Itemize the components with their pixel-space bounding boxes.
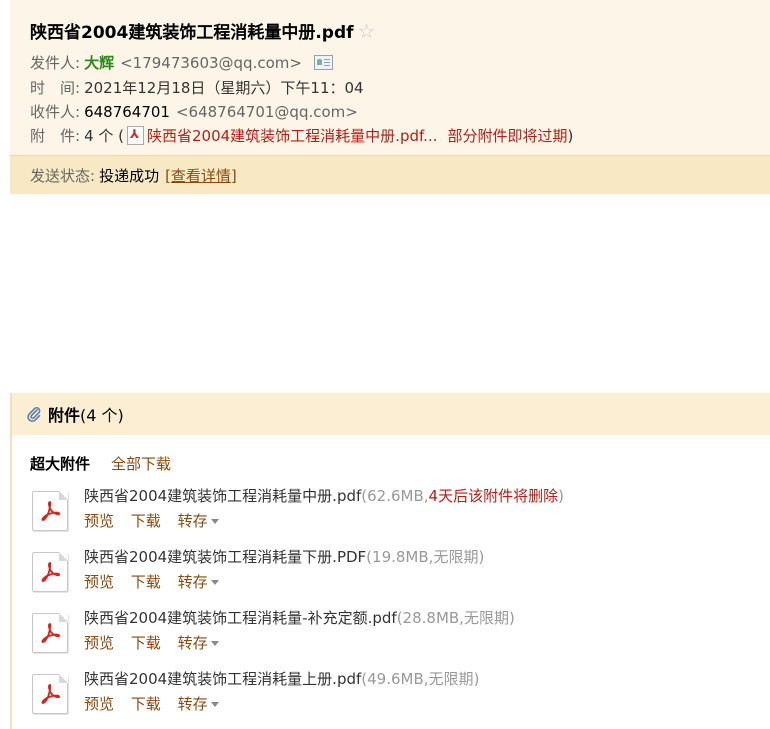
- recipient-name[interactable]: 648764701: [84, 103, 170, 121]
- save-to-label: 转存: [177, 695, 208, 713]
- attachment-name-line: 陕西省2004建筑装饰工程消耗量下册.PDF(19.8MB,无限期): [84, 546, 484, 567]
- save-to-dropdown[interactable]: 转存: [178, 573, 219, 591]
- sender-email: <179473603@qq.com>: [120, 53, 302, 72]
- sender-label: 发件人:: [30, 54, 81, 72]
- pdf-file-icon: [32, 674, 68, 714]
- attachment-size: (28.8MB,: [396, 609, 464, 627]
- attachment-expiry: 无限期: [428, 670, 474, 688]
- save-to-dropdown[interactable]: 转存: [178, 512, 219, 530]
- recipient-label: 收件人:: [30, 103, 81, 121]
- download-button[interactable]: 下载: [131, 573, 161, 591]
- download-all-button[interactable]: 全部下载: [111, 453, 171, 474]
- attachment-filename[interactable]: 陕西省2004建筑装饰工程消耗量下册.PDF: [84, 548, 366, 566]
- sender-row: 发件人: 大辉 <179473603@qq.com>: [30, 52, 333, 73]
- attachment-actions: 预览 下载 转存: [84, 571, 231, 592]
- status-row: 发送状态: 投递成功 [查看详情]: [30, 165, 237, 186]
- attachment-name-line: 陕西省2004建筑装饰工程消耗量上册.pdf(49.6MB,无限期): [84, 668, 479, 689]
- chevron-down-icon: [210, 702, 219, 707]
- attachment-filename[interactable]: 陕西省2004建筑装饰工程消耗量-补充定额.pdf: [84, 609, 397, 627]
- preview-button[interactable]: 预览: [84, 573, 114, 591]
- attachment-size: (19.8MB,: [366, 548, 434, 566]
- attachment-expiry: 无限期: [463, 609, 509, 627]
- save-to-label: 转存: [177, 634, 208, 652]
- attachment-first-link[interactable]: 陕西省2004建筑装饰工程消耗量中册.pdf...: [147, 125, 437, 146]
- attachment-item: 陕西省2004建筑装饰工程消耗量中册.pdf(62.6MB,4天后该附件将删除)…: [32, 485, 762, 535]
- attachment-count: 4 个 (: [84, 127, 124, 145]
- attachment-item: 陕西省2004建筑装饰工程消耗量下册.PDF(19.8MB,无限期) 预览 下载…: [32, 546, 762, 596]
- time-label: 时 间:: [30, 79, 81, 97]
- attachment-size: (49.6MB,: [361, 670, 429, 688]
- email-header: 陕西省2004建筑装饰工程消耗量中册.pdf ☆ 发件人: 大辉 <179473…: [10, 0, 770, 194]
- time-value: 2021年12月18日（星期六）下午11：04: [84, 79, 364, 97]
- attachment-actions: 预览 下载 转存: [84, 693, 231, 714]
- preview-button[interactable]: 预览: [84, 634, 114, 652]
- attachment-actions: 预览 下载 转存: [84, 510, 231, 531]
- time-row: 时 间: 2021年12月18日（星期六）下午11：04: [30, 77, 364, 98]
- preview-button[interactable]: 预览: [84, 512, 114, 530]
- pdf-file-icon: [32, 613, 68, 653]
- save-to-dropdown[interactable]: 转存: [178, 634, 219, 652]
- chevron-down-icon: [210, 580, 219, 585]
- pdf-file-icon: [32, 491, 68, 531]
- attachments-count: (4 个): [80, 406, 124, 425]
- preview-button[interactable]: 预览: [84, 695, 114, 713]
- save-to-dropdown[interactable]: 转存: [178, 695, 219, 713]
- recipient-email: <648764701@qq.com>: [175, 102, 358, 121]
- attachment-row: 附 件: 4 个 ( 陕西省2004建筑装饰工程消耗量中册.pdf... 部分附…: [30, 125, 573, 146]
- attachment-item: 陕西省2004建筑装饰工程消耗量-补充定额.pdf(28.8MB,无限期) 预览…: [32, 607, 762, 657]
- sender-name[interactable]: 大辉: [84, 52, 114, 73]
- attachments-header: 附件 (4 个): [12, 393, 770, 435]
- recipient-row: 收件人: 648764701 <648764701@qq.com>: [30, 101, 358, 122]
- status-label: 发送状态:: [30, 167, 96, 185]
- attachment-expiry: 4天后该附件将删除: [428, 487, 559, 505]
- attachment-size-close: ): [508, 609, 515, 627]
- attachment-size: (62.6MB,: [361, 487, 429, 505]
- download-button[interactable]: 下载: [131, 695, 161, 713]
- large-attachment-label: 超大附件: [30, 455, 91, 473]
- subject-text: 陕西省2004建筑装饰工程消耗量中册.pdf: [30, 23, 354, 43]
- pdf-icon: [127, 126, 144, 145]
- attachments-panel: 附件 (4 个) 超大附件 全部下载 陕西省2004建筑装饰工程消耗量中册.pd…: [10, 393, 770, 729]
- contact-card-icon[interactable]: [313, 55, 333, 70]
- attachment-item: 陕西省2004建筑装饰工程消耗量上册.pdf(49.6MB,无限期) 预览 下载…: [32, 668, 762, 718]
- status-value: 投递成功: [99, 167, 160, 185]
- attachment-size-close: ): [473, 670, 480, 688]
- status-bar: 发送状态: 投递成功 [查看详情]: [10, 155, 770, 194]
- email-subject: 陕西省2004建筑装饰工程消耗量中册.pdf ☆: [30, 18, 376, 44]
- download-button[interactable]: 下载: [131, 634, 161, 652]
- attachment-size-close: ): [558, 487, 564, 505]
- attachments-title: 附件: [48, 406, 81, 425]
- pdf-file-icon: [32, 552, 68, 592]
- star-icon[interactable]: ☆: [358, 21, 376, 41]
- attachment-label: 附 件:: [30, 127, 81, 145]
- save-to-label: 转存: [177, 512, 208, 530]
- attachment-filename[interactable]: 陕西省2004建筑装饰工程消耗量上册.pdf: [84, 670, 361, 688]
- chevron-down-icon: [210, 641, 219, 646]
- chevron-down-icon: [210, 519, 219, 524]
- attachment-size-close: ): [478, 548, 485, 566]
- attachment-close: ): [567, 126, 574, 145]
- attachment-warning-link[interactable]: 部分附件即将过期: [447, 125, 567, 146]
- attachment-name-line: 陕西省2004建筑装饰工程消耗量-补充定额.pdf(28.8MB,无限期): [84, 607, 515, 628]
- attachment-filename[interactable]: 陕西省2004建筑装饰工程消耗量中册.pdf: [84, 487, 361, 505]
- status-detail-link[interactable]: [查看详情]: [165, 165, 237, 186]
- attachment-expiry: 无限期: [433, 548, 479, 566]
- save-to-label: 转存: [177, 573, 208, 591]
- paperclip-icon: [26, 406, 42, 422]
- attachment-name-line: 陕西省2004建筑装饰工程消耗量中册.pdf(62.6MB,4天后该附件将删除): [84, 485, 564, 506]
- download-button[interactable]: 下载: [131, 512, 161, 530]
- attachment-actions: 预览 下载 转存: [84, 632, 231, 653]
